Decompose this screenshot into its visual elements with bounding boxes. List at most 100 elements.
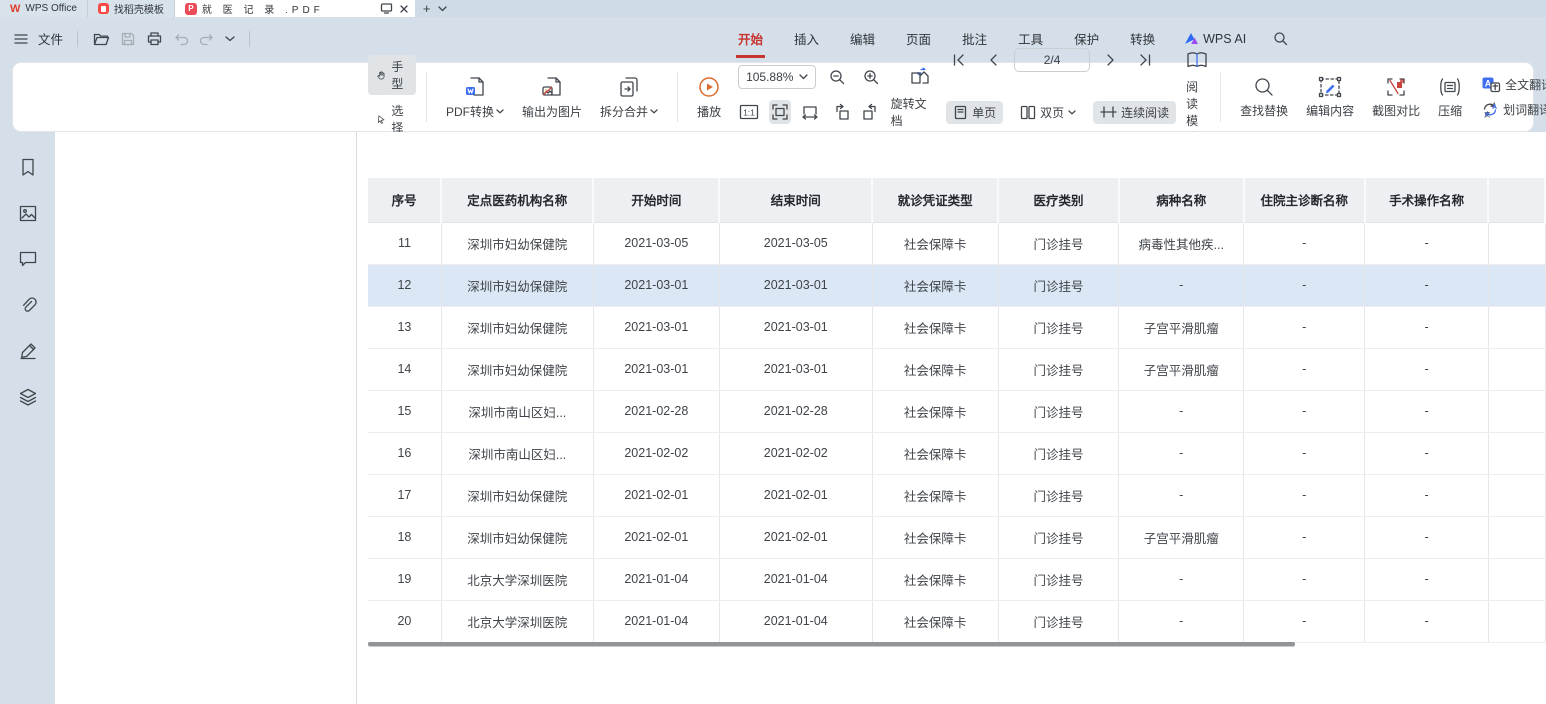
- table-cell: 2021-03-01: [593, 306, 719, 348]
- actual-size-button[interactable]: 1:1: [738, 100, 761, 124]
- double-page-button[interactable]: 双页: [1013, 101, 1083, 124]
- play-button[interactable]: 播放: [688, 75, 730, 120]
- rotate-right-button[interactable]: [860, 100, 883, 124]
- svg-text:文: 文: [1484, 110, 1491, 119]
- table-row[interactable]: 11深圳市妇幼保健院2021-03-052021-03-05社会保障卡门诊挂号病…: [368, 222, 1545, 264]
- zoom-in-button[interactable]: [858, 65, 884, 89]
- redo-button[interactable]: [199, 32, 215, 46]
- comments-panel-button[interactable]: [15, 246, 41, 272]
- ribbon-tab-edit[interactable]: 编辑: [848, 25, 877, 52]
- export-image-icon: [540, 75, 564, 99]
- table-cell: 2021-01-04: [719, 558, 872, 600]
- table-row[interactable]: 20北京大学深圳医院2021-01-042021-01-04社会保障卡门诊挂号-…: [368, 600, 1545, 642]
- table-cell: 门诊挂号: [998, 306, 1119, 348]
- quickbar-chevron-icon[interactable]: [225, 36, 235, 42]
- last-page-button[interactable]: [1132, 48, 1158, 72]
- ribbon-search-icon[interactable]: [1273, 31, 1288, 46]
- rotate-document-icon-button[interactable]: [906, 65, 932, 89]
- close-tab-icon[interactable]: [399, 4, 409, 14]
- hand-tool-button[interactable]: 手型: [368, 55, 416, 95]
- table-row[interactable]: 15深圳市南山区妇...2021-02-282021-02-28社会保障卡门诊挂…: [368, 390, 1545, 432]
- attachments-panel-button[interactable]: [15, 292, 41, 318]
- edit-content-icon: [1318, 76, 1342, 98]
- page-indicator-value: 2/4: [1044, 53, 1061, 67]
- table-cell: 19: [368, 558, 441, 600]
- thumbnails-panel-button[interactable]: [15, 200, 41, 226]
- table-row[interactable]: 17深圳市妇幼保健院2021-02-012021-02-01社会保障卡门诊挂号-…: [368, 474, 1545, 516]
- column-header: [1488, 178, 1545, 222]
- wps-ai-button[interactable]: WPS AI: [1184, 32, 1246, 46]
- single-page-label: 单页: [972, 104, 996, 121]
- ribbon-tab-insert[interactable]: 插入: [792, 25, 821, 52]
- next-page-button[interactable]: [1098, 48, 1124, 72]
- undo-button[interactable]: [173, 32, 189, 46]
- table-cell: 社会保障卡: [872, 348, 998, 390]
- table-cell: -: [1365, 390, 1488, 432]
- open-file-button[interactable]: [92, 31, 110, 47]
- table-cell: 深圳市妇幼保健院: [441, 222, 593, 264]
- navigation-pane[interactable]: [55, 132, 357, 704]
- pdf-convert-button[interactable]: PDF转换: [437, 75, 513, 120]
- ribbon-tab-page[interactable]: 页面: [904, 25, 933, 52]
- table-cell: 门诊挂号: [998, 516, 1119, 558]
- previous-page-button[interactable]: [980, 48, 1006, 72]
- rotate-left-button[interactable]: [830, 100, 853, 124]
- table-bottom-scrollbar[interactable]: [368, 642, 1295, 646]
- column-header: 定点医药机构名称: [441, 178, 593, 222]
- edit-content-button[interactable]: 编辑内容: [1297, 76, 1363, 119]
- table-cell: -: [1365, 264, 1488, 306]
- table-cell: 20: [368, 600, 441, 642]
- table-cell: 社会保障卡: [872, 432, 998, 474]
- table-cell: 2021-02-01: [593, 474, 719, 516]
- export-image-button[interactable]: 输出为图片: [513, 75, 591, 120]
- wps-ai-logo-icon: [1184, 32, 1199, 45]
- table-cell: -: [1365, 558, 1488, 600]
- zoom-level-select[interactable]: 105.88%: [738, 65, 816, 89]
- read-mode-icon-button[interactable]: [1184, 48, 1210, 72]
- table-cell: [1488, 516, 1545, 558]
- table-row[interactable]: 12深圳市妇幼保健院2021-03-012021-03-01社会保障卡门诊挂号-…: [368, 264, 1545, 306]
- table-row[interactable]: 19北京大学深圳医院2021-01-042021-01-04社会保障卡门诊挂号-…: [368, 558, 1545, 600]
- detach-window-icon[interactable]: [380, 3, 393, 14]
- page-number-input[interactable]: 2/4: [1014, 48, 1090, 72]
- zoom-out-button[interactable]: [824, 65, 850, 89]
- file-menu[interactable]: 文件: [38, 29, 63, 48]
- compress-button[interactable]: 压缩: [1429, 76, 1471, 119]
- print-button[interactable]: [146, 31, 163, 47]
- word-translate-button[interactable]: 文A 划词翻译: [1481, 101, 1546, 118]
- main-area: 序号定点医药机构名称开始时间结束时间就诊凭证类型医疗类别病种名称住院主诊断名称手…: [0, 132, 1546, 704]
- find-replace-button[interactable]: 查找替换: [1231, 76, 1297, 119]
- tab-list-chevron-icon[interactable]: [438, 6, 447, 12]
- single-page-button[interactable]: 单页: [946, 101, 1003, 124]
- tab-wps-office[interactable]: W WPS Office: [0, 0, 88, 17]
- bookmarks-panel-button[interactable]: [15, 154, 41, 180]
- table-row[interactable]: 16深圳市南山区妇...2021-02-022021-02-02社会保障卡门诊挂…: [368, 432, 1545, 474]
- table-cell: 北京大学深圳医院: [441, 558, 593, 600]
- table-row[interactable]: 18深圳市妇幼保健院2021-02-012021-02-01社会保障卡门诊挂号子…: [368, 516, 1545, 558]
- single-page-icon: [953, 105, 968, 120]
- save-button[interactable]: [120, 31, 136, 47]
- layers-panel-button[interactable]: [15, 384, 41, 410]
- full-translate-icon: A: [1481, 76, 1501, 93]
- tab-document-active[interactable]: P 就 医 记 录 .PDF: [175, 0, 415, 17]
- fit-page-button[interactable]: [769, 100, 792, 124]
- table-cell: 15: [368, 390, 441, 432]
- continuous-read-button[interactable]: 连续阅读: [1093, 101, 1176, 124]
- full-translate-button[interactable]: A 全文翻译: [1481, 76, 1546, 93]
- ribbon-tab-home[interactable]: 开始: [736, 25, 765, 52]
- wps-logo-icon: W: [10, 3, 20, 15]
- screenshot-compare-button[interactable]: 截图对比: [1363, 76, 1429, 119]
- signature-panel-button[interactable]: [15, 338, 41, 364]
- hamburger-menu-icon[interactable]: [14, 33, 28, 45]
- document-page[interactable]: 序号定点医药机构名称开始时间结束时间就诊凭证类型医疗类别病种名称住院主诊断名称手…: [357, 132, 1546, 704]
- table-row[interactable]: 13深圳市妇幼保健院2021-03-012021-03-01社会保障卡门诊挂号子…: [368, 306, 1545, 348]
- tab-docer-template[interactable]: 找稻壳模板: [88, 0, 175, 17]
- first-page-button[interactable]: [946, 48, 972, 72]
- new-tab-button[interactable]: +: [423, 2, 431, 15]
- fit-width-button[interactable]: [799, 100, 822, 124]
- divider: [426, 72, 427, 122]
- table-row[interactable]: 14深圳市妇幼保健院2021-03-012021-03-01社会保障卡门诊挂号子…: [368, 348, 1545, 390]
- table-cell: 2021-02-01: [719, 474, 872, 516]
- split-merge-button[interactable]: 拆分合并: [591, 75, 667, 120]
- rotate-document-label[interactable]: 旋转文档: [891, 95, 933, 129]
